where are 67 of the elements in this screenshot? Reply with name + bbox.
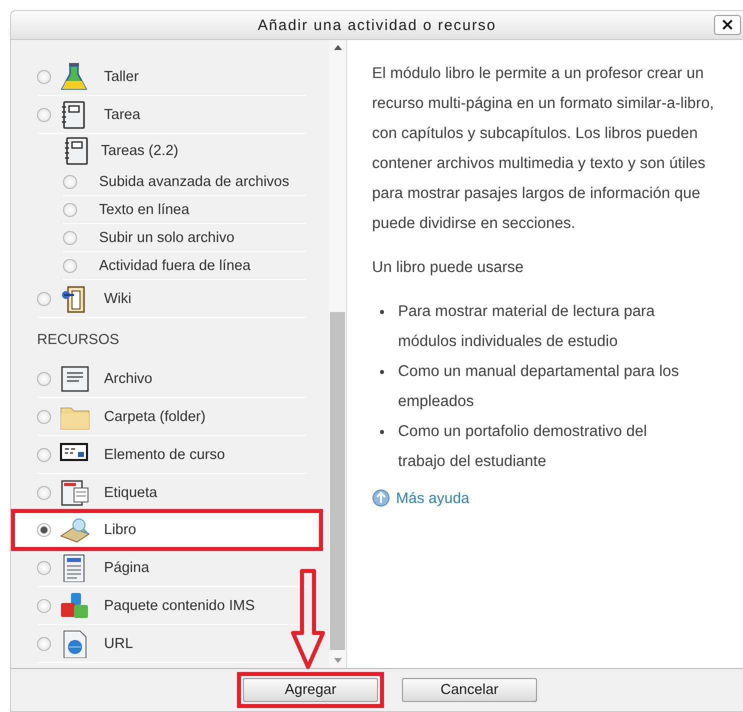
item-label: Actividad fuera de línea (99, 258, 251, 274)
label-icon (60, 478, 90, 506)
radio-button[interactable] (37, 523, 51, 537)
item-label: Carpeta (folder) (104, 408, 206, 424)
bullet-icon (380, 310, 384, 314)
bullet-text: Para mostrar material de lectura para módulos individuales de estudio (398, 302, 656, 352)
list-item[interactable]: Taller (37, 58, 307, 96)
item-label: Wiki (104, 290, 132, 306)
radio-button[interactable] (37, 292, 51, 306)
item-label: Página (104, 560, 150, 576)
list-item[interactable]: Archivo (37, 360, 307, 398)
radio-button[interactable] (63, 174, 77, 188)
item-label: Archivo (104, 370, 152, 386)
radio-button[interactable] (37, 108, 51, 122)
cancel-button[interactable]: Cancelar (402, 678, 537, 702)
list-item[interactable]: Wiki (37, 280, 307, 318)
list-item[interactable]: Tarea (37, 96, 307, 134)
list-item[interactable]: Paquete contenido IMS (37, 587, 307, 625)
list-item[interactable]: Actividad fuera de línea (63, 252, 307, 280)
document-icon (60, 364, 90, 392)
list-item[interactable]: URL (37, 625, 307, 663)
radio-button[interactable] (63, 230, 77, 244)
flask-icon (60, 62, 90, 90)
close-button[interactable]: × (714, 15, 741, 35)
window-title: Añadir una actividad o recurso (258, 16, 496, 34)
radio-button[interactable] (63, 258, 77, 272)
help-icon (372, 489, 390, 507)
item-label: Elemento de curso (104, 446, 225, 462)
list-item[interactable]: Libro (11, 509, 323, 551)
radio-button[interactable] (37, 598, 51, 612)
scroll-thumb[interactable] (330, 312, 345, 650)
item-label: Subida avanzada de archivos (99, 174, 290, 190)
description-text: El módulo libro le permite a un profesor crear un recurso multi-página en un formato similar-a-libro, con capítulos y subcapítulos. Los libros pueden contener archivos multimedia y texto y son útiles para mostrar pasajes largos de información que puede dividirse en secciones. (372, 64, 715, 234)
item-label: Tarea (104, 106, 140, 122)
scrollbar[interactable] (329, 40, 346, 668)
radio-button[interactable] (63, 202, 77, 216)
bullet-icon (380, 430, 384, 434)
list-item[interactable]: Carpeta (folder) (37, 398, 307, 436)
help-link[interactable]: Más ayuda (396, 490, 470, 506)
radio-button[interactable] (37, 636, 51, 650)
item-label: Libro (104, 522, 136, 538)
blocks-icon (60, 592, 90, 620)
bullet-text: Como un portafolio demostrativo del trabajo del estudiante (398, 422, 648, 472)
item-label: URL (104, 636, 134, 652)
list-item[interactable]: Página (37, 549, 307, 587)
bullet-icon (380, 370, 384, 374)
radio-button[interactable] (37, 410, 51, 424)
radio-button[interactable] (37, 70, 51, 84)
section-heading: RECURSOS (37, 331, 120, 350)
item-label: Paquete contenido IMS (104, 598, 255, 614)
item-label: Etiqueta (104, 484, 158, 500)
list-item[interactable]: Elemento de curso (37, 436, 307, 474)
bullet-text: Como un manual departamental para los empleados (398, 362, 680, 412)
description-text: Un libro puede usarse (372, 258, 525, 278)
item-label: Texto en línea (99, 202, 190, 218)
item-label: Taller (104, 68, 139, 84)
radio-button[interactable] (37, 372, 51, 386)
list-item[interactable]: Subir un solo archivo (63, 224, 307, 252)
add-button[interactable]: Agregar (243, 678, 378, 702)
radio-button[interactable] (37, 560, 51, 574)
radio-button[interactable] (37, 486, 51, 500)
list-item[interactable]: Texto en línea (63, 196, 307, 224)
book-icon (60, 516, 90, 544)
list-item[interactable]: Subida avanzada de archivos (63, 168, 307, 196)
group-label: Tareas (2.2) (101, 143, 178, 159)
radio-button[interactable] (37, 448, 51, 462)
item-label: Subir un solo archivo (99, 230, 234, 246)
